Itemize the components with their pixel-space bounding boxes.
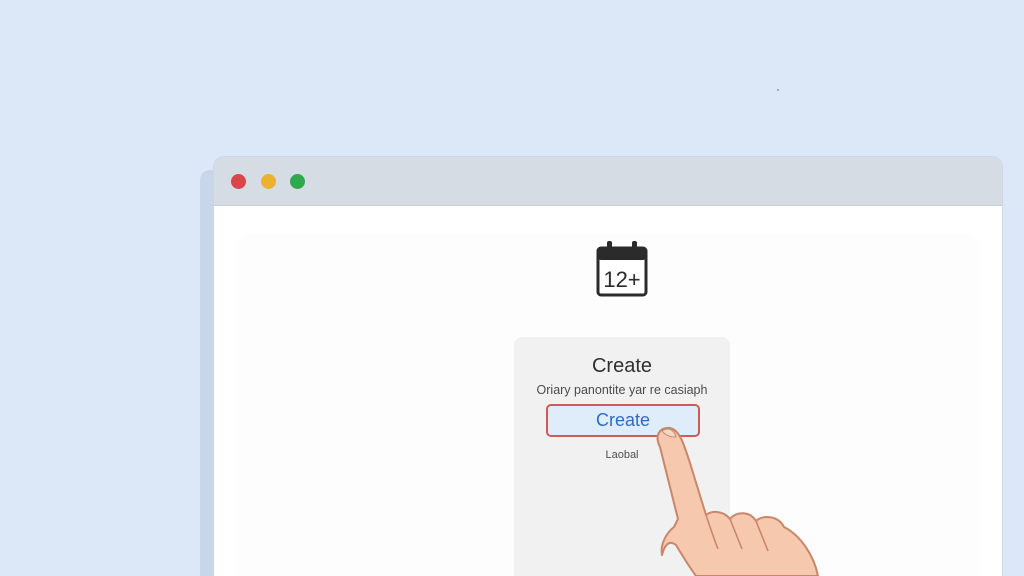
background-speck (777, 89, 779, 91)
create-button[interactable]: Create (546, 404, 700, 437)
window-titlebar[interactable] (214, 157, 1002, 206)
create-dialog: Create Oriary panontite yar re casiaph C… (514, 337, 730, 576)
browser-window: 12+ Create Oriary panontite yar re casia… (214, 157, 1002, 576)
close-window-button[interactable] (231, 174, 246, 189)
dialog-subtitle: Oriary panontite yar re casiaph (536, 383, 708, 397)
window-content: 12+ Create Oriary panontite yar re casia… (214, 206, 1002, 576)
cancel-link[interactable]: Laobal (514, 449, 730, 461)
calendar-icon: 12+ (596, 241, 648, 297)
calendar-icon-text: 12+ (603, 267, 640, 292)
minimize-window-button[interactable] (261, 174, 276, 189)
maximize-window-button[interactable] (290, 174, 305, 189)
dialog-title: Create (591, 355, 653, 377)
